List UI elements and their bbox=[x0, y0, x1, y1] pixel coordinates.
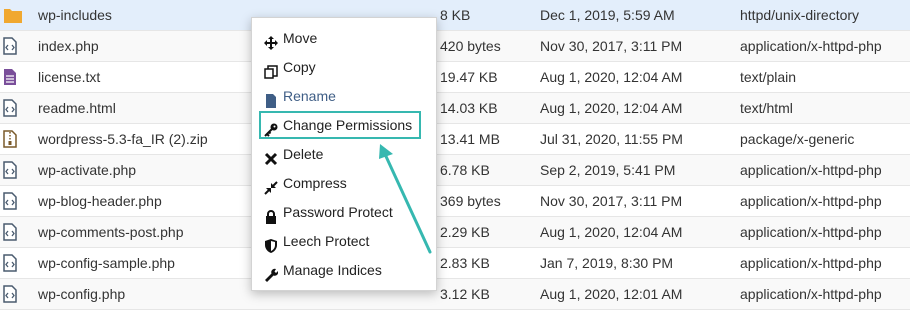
menu-item-label: Copy bbox=[283, 59, 316, 75]
php-file-icon bbox=[3, 285, 17, 303]
file-size: 420 bytes bbox=[440, 38, 501, 54]
file-size: 8 KB bbox=[440, 7, 471, 23]
file-modified-date: Sep 2, 2019, 5:41 PM bbox=[540, 162, 676, 178]
php-file-icon bbox=[3, 192, 17, 210]
file-modified-date: Dec 1, 2019, 5:59 AM bbox=[540, 7, 675, 23]
x-icon bbox=[264, 147, 278, 166]
file-name[interactable]: index.php bbox=[38, 31, 99, 61]
lock-icon bbox=[264, 205, 278, 224]
file-modified-date: Nov 30, 2017, 3:11 PM bbox=[540, 38, 683, 54]
file-size: 3.12 KB bbox=[440, 286, 490, 302]
compress-icon bbox=[264, 176, 278, 195]
zip-file-icon bbox=[3, 130, 17, 148]
copy-icon bbox=[264, 60, 278, 79]
file-name[interactable]: wordpress-5.3-fa_IR (2).zip bbox=[38, 124, 208, 154]
file-modified-date: Aug 1, 2020, 12:04 AM bbox=[540, 69, 683, 85]
file-size: 369 bytes bbox=[440, 193, 501, 209]
menu-item-label: Compress bbox=[283, 175, 347, 191]
file-name[interactable]: wp-activate.php bbox=[38, 155, 136, 185]
file-name[interactable]: wp-blog-header.php bbox=[38, 186, 162, 216]
shield-icon bbox=[264, 234, 278, 253]
menu-item-label: Change Permissions bbox=[283, 117, 413, 133]
wrench-icon bbox=[264, 263, 279, 282]
file-type: text/html bbox=[740, 100, 793, 116]
text-file-icon bbox=[3, 68, 17, 86]
menu-item-label: Delete bbox=[283, 146, 324, 162]
file-list: wp-includes 8 KB Dec 1, 2019, 5:59 AM httpd… bbox=[0, 0, 910, 310]
key-icon bbox=[264, 118, 278, 137]
file-type: application/x-httpd-php bbox=[740, 193, 882, 209]
menu-item-rename[interactable]: Rename bbox=[252, 82, 436, 111]
file-type: application/x-httpd-php bbox=[740, 224, 882, 240]
file-size: 19.47 KB bbox=[440, 69, 498, 85]
file-row[interactable]: wp-activate.php 6.78 KB Sep 2, 2019, 5:41 … bbox=[0, 155, 910, 186]
file-name[interactable]: wp-comments-post.php bbox=[38, 217, 184, 247]
file-modified-date: Aug 1, 2020, 12:01 AM bbox=[540, 286, 683, 302]
file-modified-date: Nov 30, 2017, 3:11 PM bbox=[540, 193, 683, 209]
menu-item-move[interactable]: Move bbox=[252, 24, 436, 53]
file-type: application/x-httpd-php bbox=[740, 162, 882, 178]
file-type: application/x-httpd-php bbox=[740, 38, 882, 54]
file-modified-date: Jan 7, 2019, 8:30 PM bbox=[540, 255, 674, 271]
file-type: package/x-generic bbox=[740, 131, 855, 147]
file-size: 6.78 KB bbox=[440, 162, 490, 178]
file-type: application/x-httpd-php bbox=[740, 255, 882, 271]
file-row[interactable]: wp-includes 8 KB Dec 1, 2019, 5:59 AM httpd… bbox=[0, 0, 910, 31]
folder-icon bbox=[3, 6, 22, 24]
menu-item-label: Rename bbox=[283, 88, 336, 104]
file-row[interactable]: index.php 420 bytes Nov 30, 2017, 3:11 PM a… bbox=[0, 31, 910, 62]
file-name[interactable]: wp-config-sample.php bbox=[38, 248, 175, 278]
php-file-icon bbox=[3, 223, 17, 241]
file-row[interactable]: readme.html 14.03 KB Aug 1, 2020, 12:04 AM… bbox=[0, 93, 910, 124]
file-size: 13.41 MB bbox=[440, 131, 500, 147]
file-name[interactable]: wp-config.php bbox=[38, 279, 125, 309]
file-name[interactable]: license.txt bbox=[38, 62, 100, 92]
file-modified-date: Jul 31, 2020, 11:55 PM bbox=[540, 131, 683, 147]
menu-item-manage-indices[interactable]: Manage Indices bbox=[252, 256, 436, 285]
file-row[interactable]: wp-config.php 3.12 KB Aug 1, 2020, 12:01 A… bbox=[0, 279, 910, 310]
file-row[interactable]: wp-config-sample.php 2.83 KB Jan 7, 2019, … bbox=[0, 248, 910, 279]
file-size: 2.29 KB bbox=[440, 224, 490, 240]
php-file-icon bbox=[3, 254, 17, 272]
menu-item-copy[interactable]: Copy bbox=[252, 53, 436, 82]
menu-item-label: Leech Protect bbox=[283, 233, 370, 249]
file-row[interactable]: license.txt 19.47 KB Aug 1, 2020, 12:04 AM… bbox=[0, 62, 910, 93]
file-size: 2.83 KB bbox=[440, 255, 490, 271]
php-file-icon bbox=[3, 161, 17, 179]
file-name[interactable]: wp-includes bbox=[38, 0, 112, 30]
menu-item-label: Move bbox=[283, 30, 318, 46]
file-type: httpd/unix-directory bbox=[740, 7, 860, 23]
php-file-icon bbox=[3, 37, 17, 55]
file-type: text/plain bbox=[740, 69, 797, 85]
html-file-icon bbox=[3, 99, 17, 117]
callout-arrow bbox=[379, 144, 432, 254]
file-row[interactable]: wp-comments-post.php 2.29 KB Aug 1, 2020, … bbox=[0, 217, 910, 248]
move-arrows-icon bbox=[264, 31, 278, 50]
menu-item-label: Manage Indices bbox=[283, 262, 382, 278]
file-size: 14.03 KB bbox=[440, 100, 498, 116]
file-name[interactable]: readme.html bbox=[38, 93, 116, 123]
file-type: application/x-httpd-php bbox=[740, 286, 882, 302]
file-row[interactable]: wordpress-5.3-fa_IR (2).zip 13.41 MB Jul 3… bbox=[0, 124, 910, 155]
file-row[interactable]: wp-blog-header.php 369 bytes Nov 30, 2017,… bbox=[0, 186, 910, 217]
file-icon bbox=[264, 89, 278, 108]
menu-item-change-permissions[interactable]: Change Permissions bbox=[252, 111, 436, 140]
file-modified-date: Aug 1, 2020, 12:04 AM bbox=[540, 224, 683, 240]
file-modified-date: Aug 1, 2020, 12:04 AM bbox=[540, 100, 683, 116]
